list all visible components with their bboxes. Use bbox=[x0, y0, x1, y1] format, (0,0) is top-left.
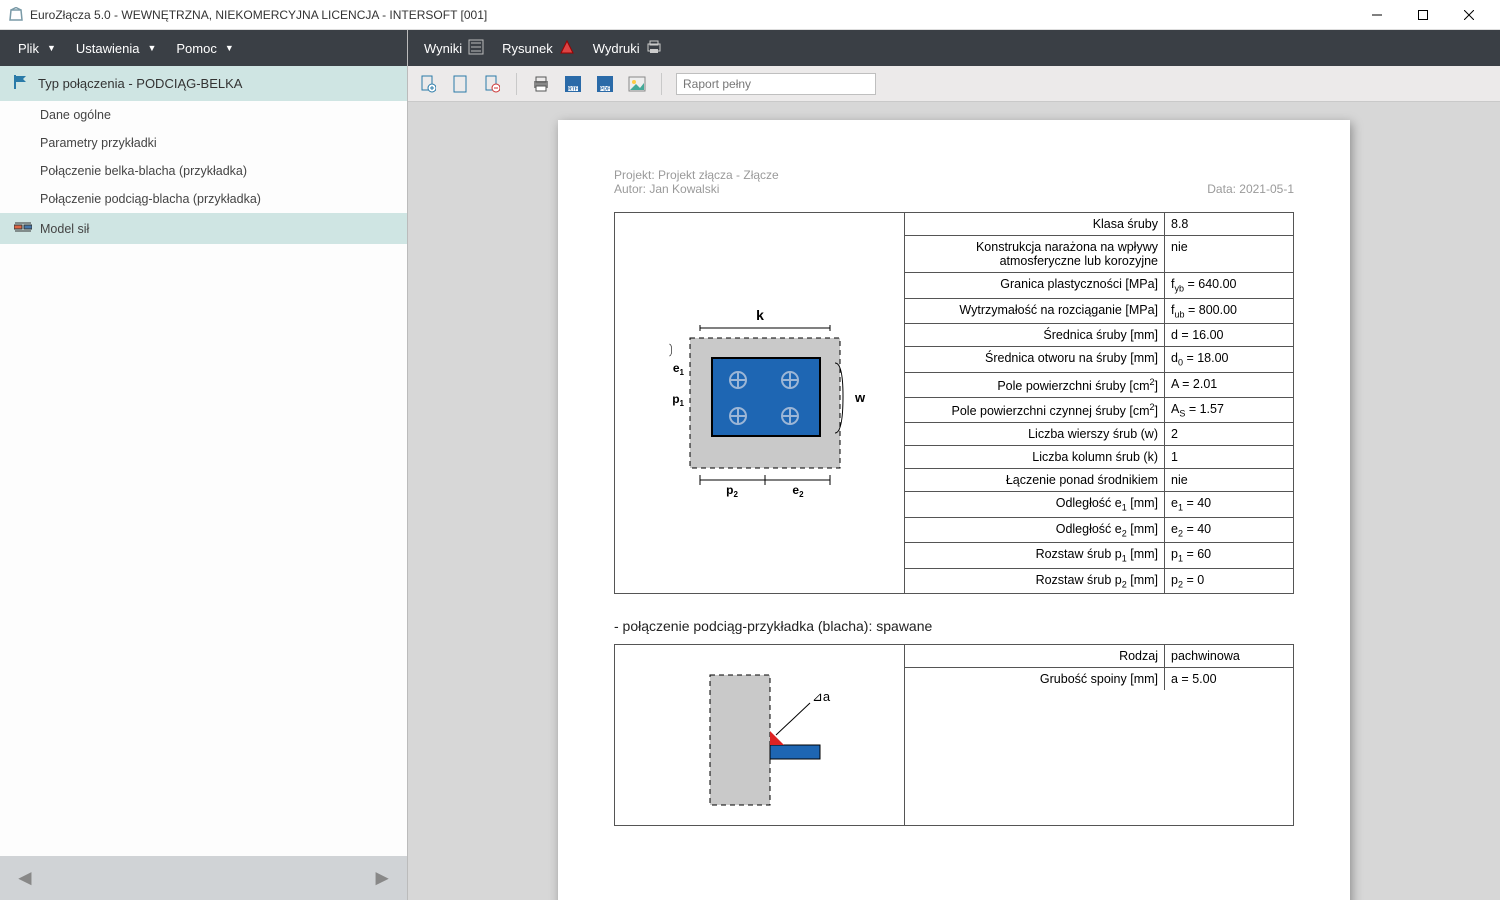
right-menubar: Wyniki Rysunek Wydruki bbox=[408, 30, 1500, 66]
menu-plik[interactable]: Plik▼ bbox=[8, 30, 66, 66]
svg-text:p1: p1 bbox=[672, 392, 684, 408]
print-icon bbox=[646, 39, 662, 58]
tb-save-rtf-icon[interactable]: RTF bbox=[563, 74, 583, 94]
meta-date: Data: 2021-05-1 bbox=[1207, 182, 1294, 196]
table-row: Rozstaw śrub p2 [mm] bbox=[905, 569, 1165, 594]
weld-diagram: ⊿a bbox=[615, 645, 905, 825]
table-row: Odległość e2 [mm] bbox=[905, 518, 1165, 543]
tb-save-pdf-icon[interactable]: PDF bbox=[595, 74, 615, 94]
nav-tree: Typ połączenia - PODCIĄG-BELKA Dane ogól… bbox=[0, 66, 407, 856]
report-page: Projekt: Projekt złącza - Złącze Autor: … bbox=[558, 120, 1350, 900]
report-meta: Projekt: Projekt złącza - Złącze Autor: … bbox=[614, 168, 1294, 196]
svg-text:w: w bbox=[854, 390, 866, 405]
bolt-table: Klasa śruby8.8 Konstrukcja narażona na w… bbox=[905, 213, 1293, 593]
table-row: Pole powierzchni czynnej śruby [cm2] bbox=[905, 398, 1165, 423]
nav-next-icon[interactable]: ► bbox=[371, 865, 393, 891]
svg-text:e1: e1 bbox=[672, 361, 684, 377]
tree-item-label: Model sił bbox=[40, 222, 89, 236]
table-row: Klasa śruby bbox=[905, 213, 1165, 235]
tree-item-polaczenie-belka[interactable]: Połączenie belka-blacha (przykładka) bbox=[0, 157, 407, 185]
sidebar: Plik▼ Ustawienia▼ Pomoc▼ Typ połączenia … bbox=[0, 30, 408, 900]
minimize-button[interactable] bbox=[1354, 0, 1400, 30]
svg-text:RTF: RTF bbox=[568, 86, 578, 92]
window-title: EuroZłącza 5.0 - WEWNĘTRZNA, NIEKOMERCYJ… bbox=[30, 8, 487, 22]
tab-wydruki[interactable]: Wydruki bbox=[587, 30, 668, 66]
table-row: Grubość spoiny [mm] bbox=[905, 668, 1165, 690]
tab-rysunek[interactable]: Rysunek bbox=[496, 30, 581, 66]
svg-text:PDF: PDF bbox=[600, 86, 610, 92]
model-icon bbox=[14, 220, 32, 237]
tb-image-icon[interactable] bbox=[627, 74, 647, 94]
section2-title: - połączenie podciąg-przykładka (blacha)… bbox=[614, 618, 1294, 634]
table-row: Średnica śruby [mm] bbox=[905, 324, 1165, 346]
tree-item-parametry[interactable]: Parametry przykładki bbox=[0, 129, 407, 157]
tree-header[interactable]: Typ połączenia - PODCIĄG-BELKA bbox=[0, 66, 407, 101]
table-row: Łączenie ponad środnikiem bbox=[905, 469, 1165, 491]
tree-item-dane-ogolne[interactable]: Dane ogólne bbox=[0, 101, 407, 129]
meta-project: Projekt: Projekt złącza - Złącze bbox=[614, 168, 1294, 182]
bolt-diagram: k bbox=[615, 213, 905, 593]
table-row: Rozstaw śrub p1 [mm] bbox=[905, 543, 1165, 568]
table-row: Wytrzymałość na rozciąganie [MPa] bbox=[905, 299, 1165, 324]
tb-page-icon[interactable] bbox=[450, 74, 470, 94]
weld-table: Rodzajpachwinowa Grubość spoiny [mm]a = … bbox=[905, 645, 1293, 825]
title-bar: EuroZłącza 5.0 - WEWNĘTRZNA, NIEKOMERCYJ… bbox=[0, 0, 1500, 30]
table-row: Granica plastyczności [MPa] bbox=[905, 273, 1165, 298]
table-row: Rodzaj bbox=[905, 645, 1165, 667]
main-area: Wyniki Rysunek Wydruki RTF PDF Raport pe… bbox=[408, 30, 1500, 900]
table-row: Średnica otworu na śruby [mm] bbox=[905, 347, 1165, 372]
table-row: Liczba wierszy śrub (w) bbox=[905, 423, 1165, 445]
toolbar: RTF PDF Raport pełny bbox=[408, 66, 1500, 102]
close-button[interactable] bbox=[1446, 0, 1492, 30]
tree-item-polaczenie-podciag[interactable]: Połączenie podciąg-blacha (przykładka) bbox=[0, 185, 407, 213]
tree-title: Typ połączenia - PODCIĄG-BELKA bbox=[38, 76, 242, 91]
tree-item-model-sil[interactable]: Model sił bbox=[0, 213, 407, 244]
flag-icon bbox=[12, 74, 30, 93]
nav-prev-icon[interactable]: ◄ bbox=[14, 865, 36, 891]
nav-footer: ◄ ► bbox=[0, 856, 407, 900]
meta-author: Autor: Jan Kowalski bbox=[614, 182, 719, 196]
app-icon bbox=[8, 7, 24, 23]
report-search-input[interactable]: Raport pełny bbox=[676, 73, 876, 95]
drawing-icon bbox=[559, 39, 575, 58]
menu-pomoc[interactable]: Pomoc▼ bbox=[166, 30, 243, 66]
maximize-button[interactable] bbox=[1400, 0, 1446, 30]
svg-text:k: k bbox=[756, 308, 764, 323]
svg-text:⊿a: ⊿a bbox=[812, 689, 831, 704]
table-row: Liczba kolumn śrub (k) bbox=[905, 446, 1165, 468]
left-menubar: Plik▼ Ustawienia▼ Pomoc▼ bbox=[0, 30, 407, 66]
table-row: Odległość e1 [mm] bbox=[905, 492, 1165, 517]
table-row: Pole powierzchni śruby [cm2] bbox=[905, 373, 1165, 397]
tb-print-icon[interactable] bbox=[531, 74, 551, 94]
menu-ustawienia[interactable]: Ustawienia▼ bbox=[66, 30, 167, 66]
document-area[interactable]: Projekt: Projekt złącza - Złącze Autor: … bbox=[408, 102, 1500, 900]
svg-text:e2: e2 bbox=[792, 483, 804, 498]
svg-text:p2: p2 bbox=[726, 483, 738, 498]
tb-delete-icon[interactable] bbox=[482, 74, 502, 94]
tab-wyniki[interactable]: Wyniki bbox=[418, 30, 490, 66]
table-row: Konstrukcja narażona na wpływy atmosfery… bbox=[905, 236, 1165, 272]
tb-new-icon[interactable] bbox=[418, 74, 438, 94]
results-icon bbox=[468, 39, 484, 58]
